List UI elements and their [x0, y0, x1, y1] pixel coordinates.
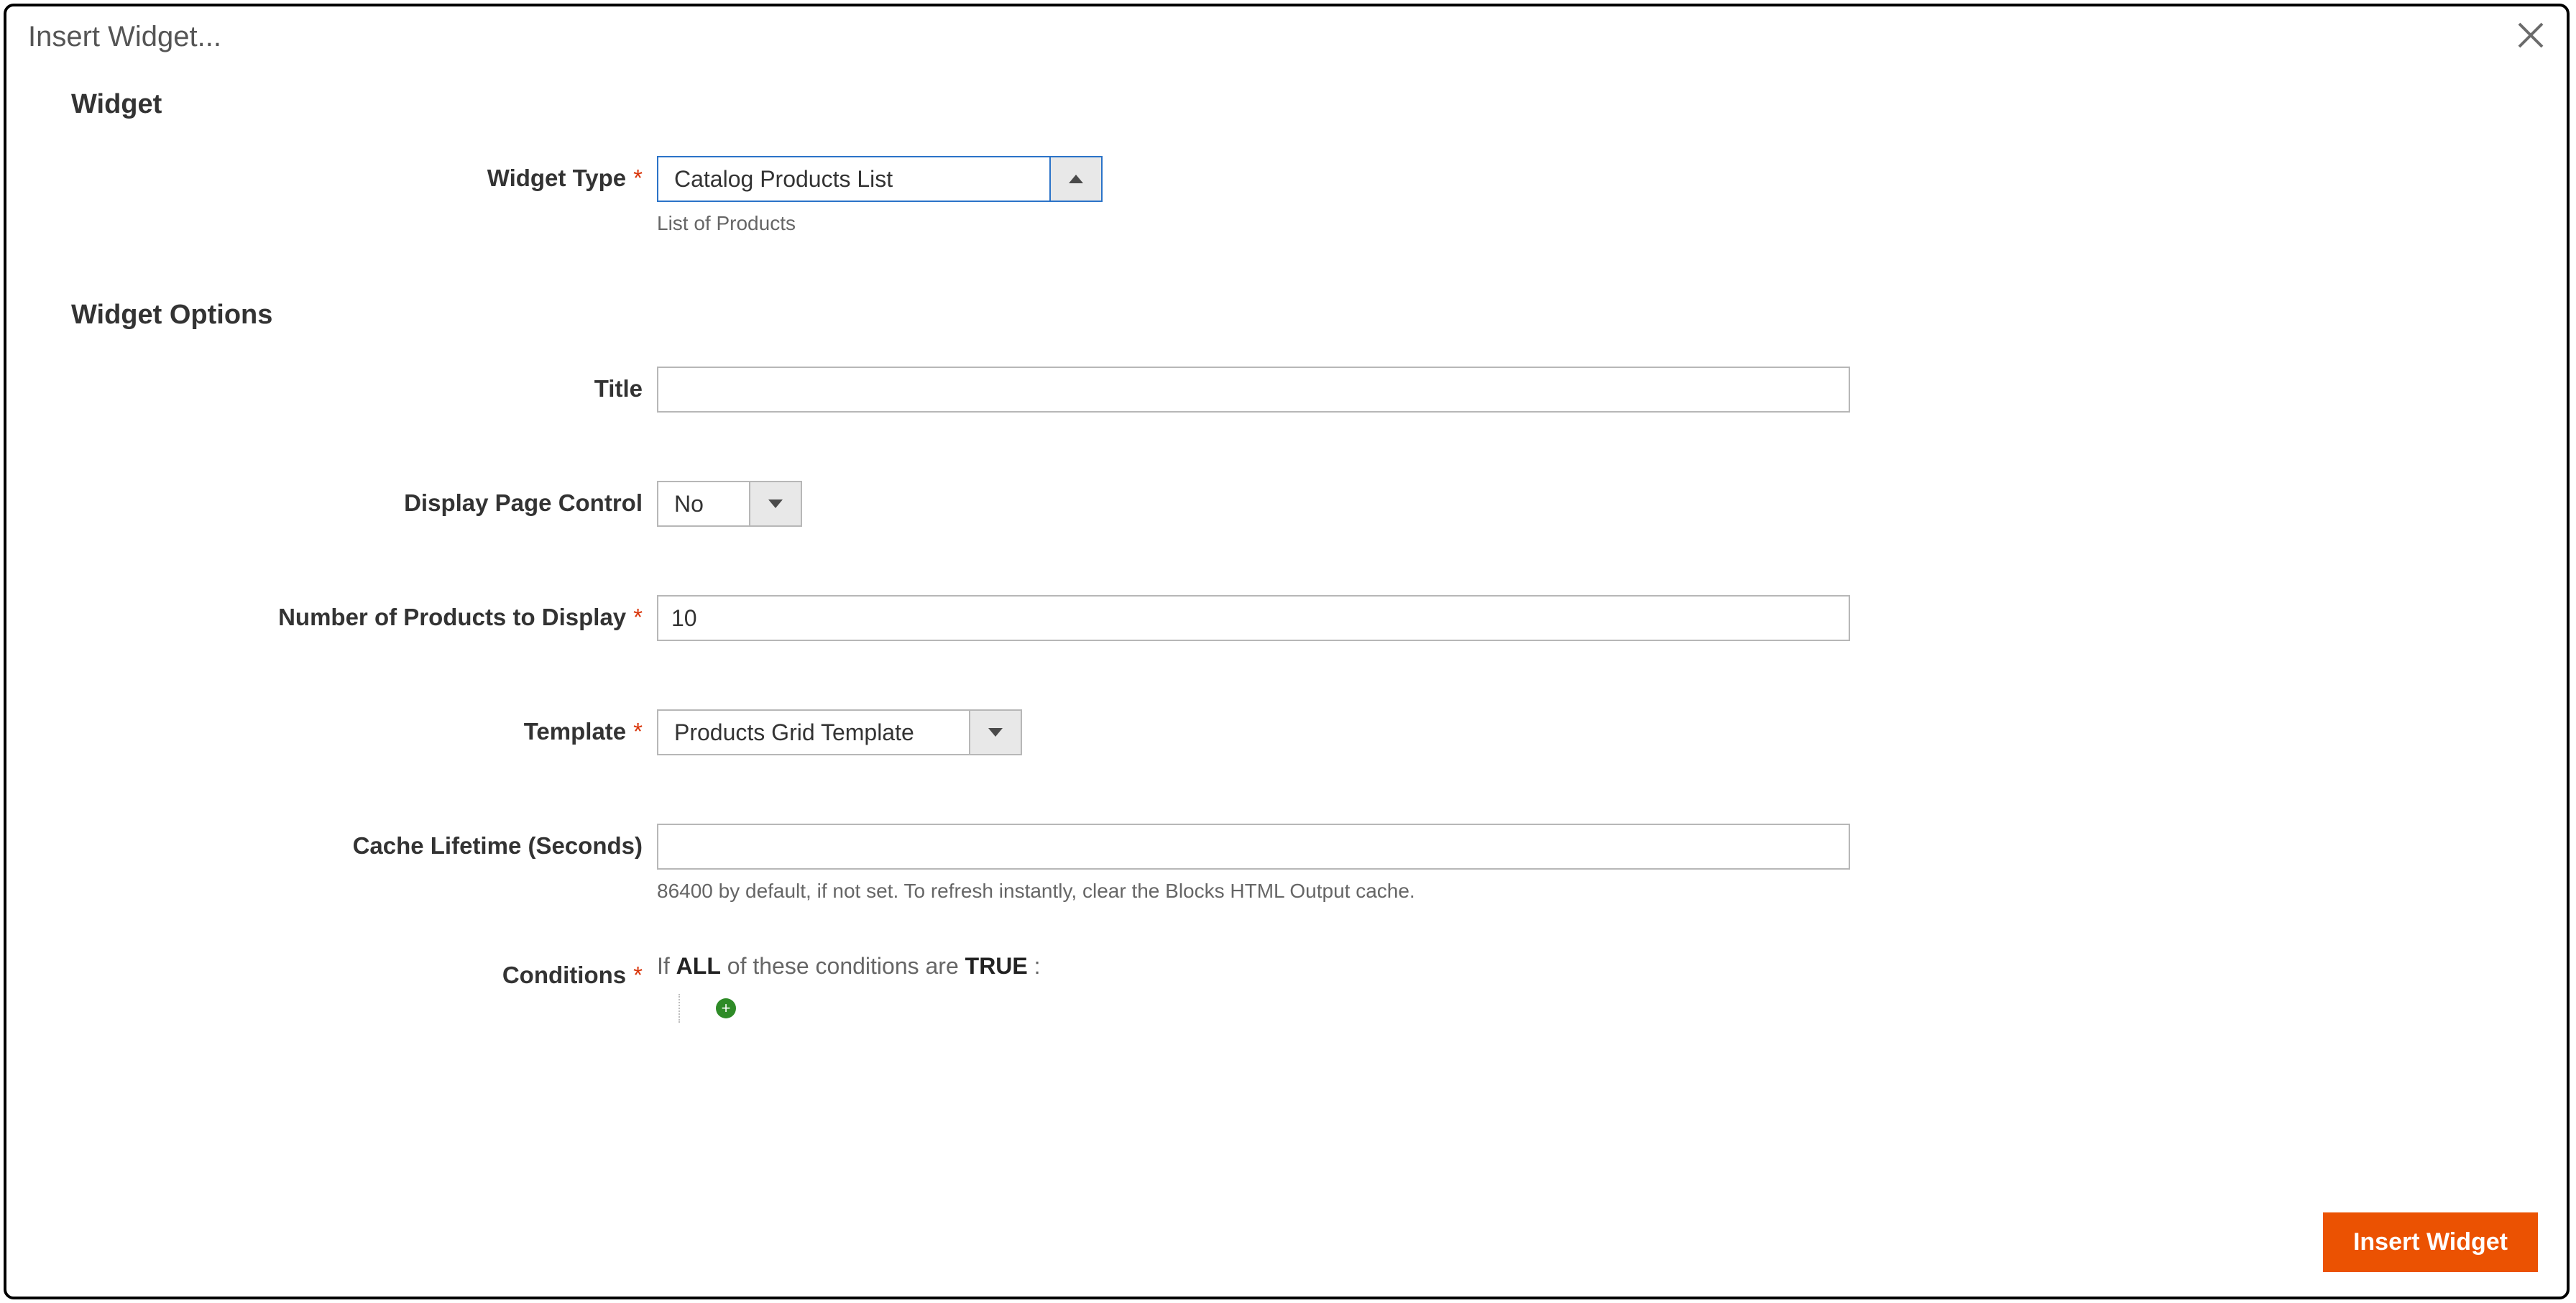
template-value: Products Grid Template — [658, 711, 969, 754]
widget-type-toggle[interactable] — [1049, 157, 1101, 201]
conditions-sentence: If ALL of these conditions are TRUE : — [657, 953, 1041, 980]
title-input[interactable] — [657, 367, 1850, 413]
cond-aggregator[interactable]: ALL — [676, 953, 721, 979]
field-template: Template * Products Grid Template — [71, 709, 2502, 755]
required-mark: * — [633, 604, 643, 630]
template-label-cell: Template * — [71, 709, 657, 745]
widget-type-value: Catalog Products List — [658, 157, 1049, 201]
close-button[interactable] — [2515, 19, 2547, 55]
insert-widget-modal: Insert Widget... Widget Widget Type * Cat… — [4, 4, 2570, 1299]
cond-prefix: If — [657, 953, 676, 979]
widget-type-label: Widget Type — [487, 165, 626, 191]
display-page-control-toggle[interactable] — [749, 482, 801, 525]
section-widget-heading: Widget — [71, 89, 2502, 120]
cond-value[interactable]: TRUE — [965, 953, 1028, 979]
widget-type-label-cell: Widget Type * — [71, 156, 657, 192]
display-page-control-label: Display Page Control — [71, 481, 657, 517]
template-toggle[interactable] — [969, 711, 1021, 754]
field-display-page-control: Display Page Control No — [71, 481, 2502, 527]
close-icon — [2515, 42, 2547, 54]
widget-type-hint: List of Products — [657, 212, 1103, 235]
cache-lifetime-input[interactable] — [657, 824, 1850, 870]
num-products-input[interactable] — [657, 595, 1850, 641]
conditions-label: Conditions — [502, 962, 626, 988]
template-label: Template — [524, 718, 626, 745]
cond-suffix: : — [1028, 953, 1041, 979]
chevron-down-icon — [988, 728, 1003, 737]
modal-title: Insert Widget... — [6, 6, 2567, 53]
chevron-up-icon — [1069, 175, 1083, 183]
required-mark: * — [633, 718, 643, 745]
display-page-control-value: No — [658, 482, 749, 525]
display-page-control-select[interactable]: No — [657, 481, 802, 527]
conditions-tree — [678, 994, 1041, 1023]
title-label: Title — [71, 367, 657, 402]
cache-lifetime-hint: 86400 by default, if not set. To refresh… — [657, 880, 1850, 903]
num-products-label: Number of Products to Display — [278, 604, 626, 630]
field-widget-type: Widget Type * Catalog Products List List … — [71, 156, 2502, 235]
conditions-label-cell: Conditions * — [71, 953, 657, 989]
field-num-products: Number of Products to Display * — [71, 595, 2502, 641]
insert-widget-button[interactable]: Insert Widget — [2323, 1212, 2538, 1272]
widget-type-select[interactable]: Catalog Products List — [657, 156, 1103, 202]
num-products-label-cell: Number of Products to Display * — [71, 595, 657, 631]
required-mark: * — [633, 962, 643, 988]
field-cache-lifetime: Cache Lifetime (Seconds) 86400 by defaul… — [71, 824, 2502, 903]
chevron-down-icon — [768, 499, 783, 508]
required-mark: * — [633, 165, 643, 191]
template-select[interactable]: Products Grid Template — [657, 709, 1022, 755]
modal-content: Widget Widget Type * Catalog Products Lis… — [6, 53, 2567, 1023]
section-options-heading: Widget Options — [71, 300, 2502, 331]
cache-lifetime-label: Cache Lifetime (Seconds) — [71, 824, 657, 860]
field-title: Title — [71, 367, 2502, 413]
cond-mid: of these conditions are — [721, 953, 965, 979]
add-condition-button[interactable] — [716, 998, 736, 1018]
field-conditions: Conditions * If ALL of these conditions a… — [71, 953, 2502, 1023]
